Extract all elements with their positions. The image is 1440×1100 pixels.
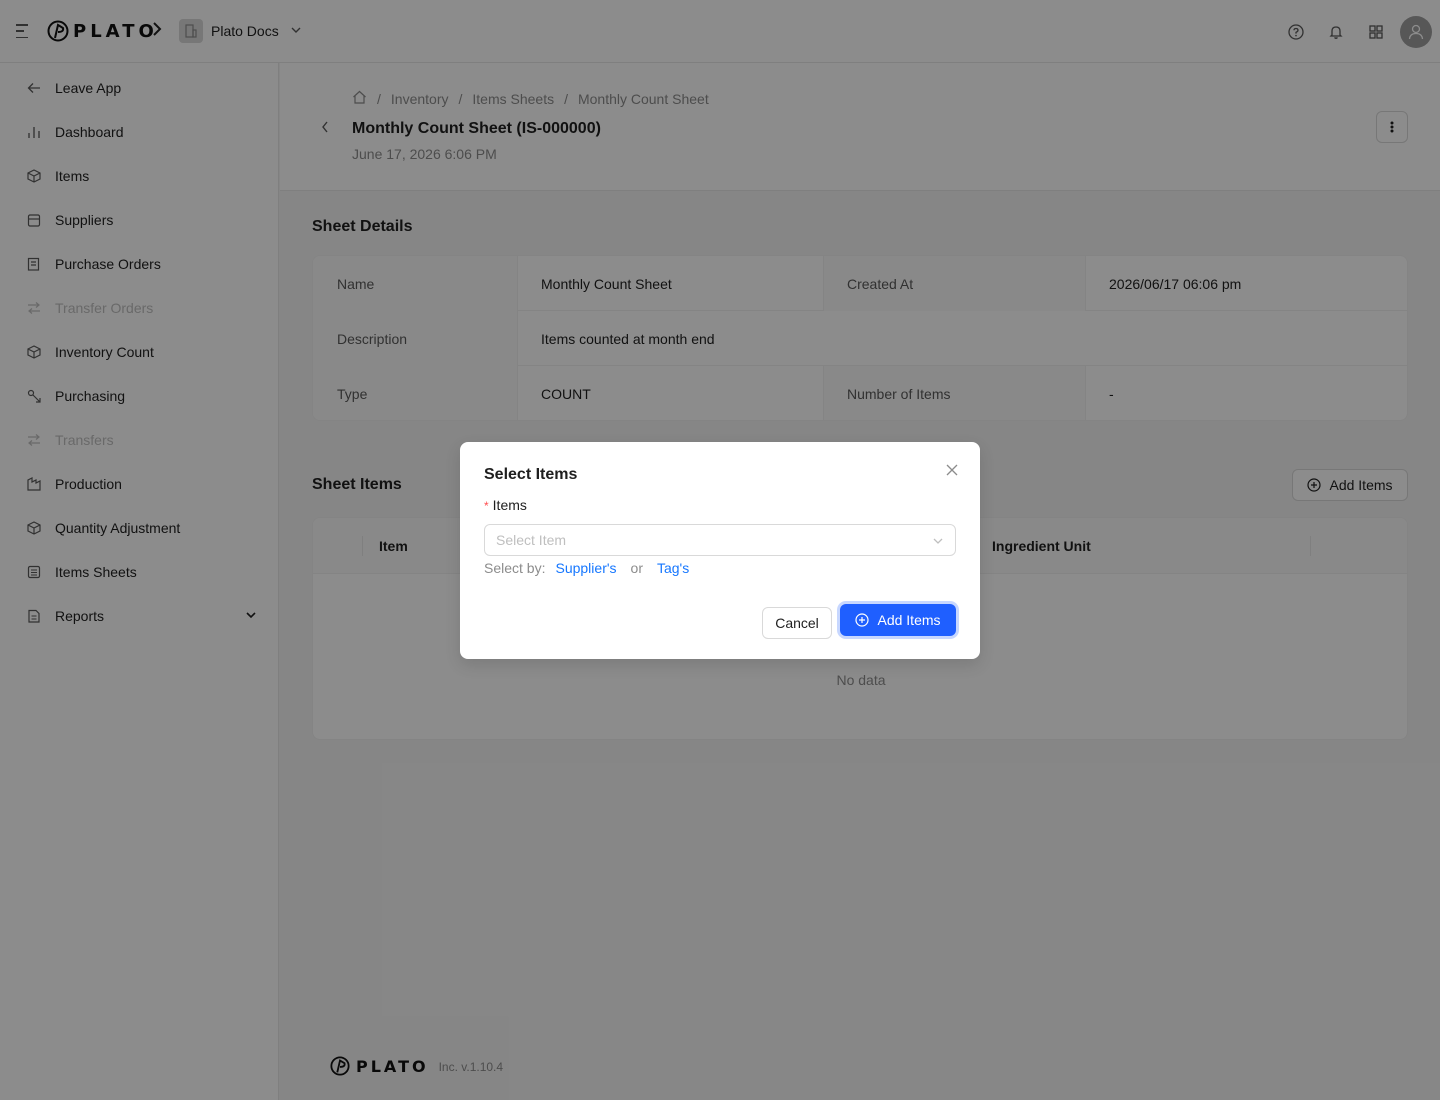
item-select-placeholder: Select Item — [496, 532, 567, 548]
close-icon[interactable] — [944, 462, 960, 478]
select-by-row: Select by: Supplier's or Tag's — [484, 560, 689, 576]
cancel-button[interactable]: Cancel — [762, 607, 832, 639]
chevron-down-icon — [932, 534, 944, 550]
required-mark: * — [484, 499, 489, 513]
plus-circle-icon — [855, 613, 870, 627]
add-items-confirm-button[interactable]: Add Items — [840, 604, 956, 636]
add-items-confirm-label: Add Items — [877, 612, 941, 628]
select-by-supplier-link[interactable]: Supplier's — [555, 560, 616, 576]
select-by-label: Select by: — [484, 560, 546, 576]
or-text: or — [630, 560, 643, 576]
items-field-label: * Items — [484, 497, 527, 513]
select-by-tag-link[interactable]: Tag's — [657, 560, 689, 576]
select-items-modal: Select Items * Items Select Item Select b… — [460, 442, 980, 659]
modal-title: Select Items — [484, 466, 578, 483]
items-field-label-text: Items — [492, 497, 527, 513]
item-select[interactable]: Select Item — [484, 524, 956, 556]
